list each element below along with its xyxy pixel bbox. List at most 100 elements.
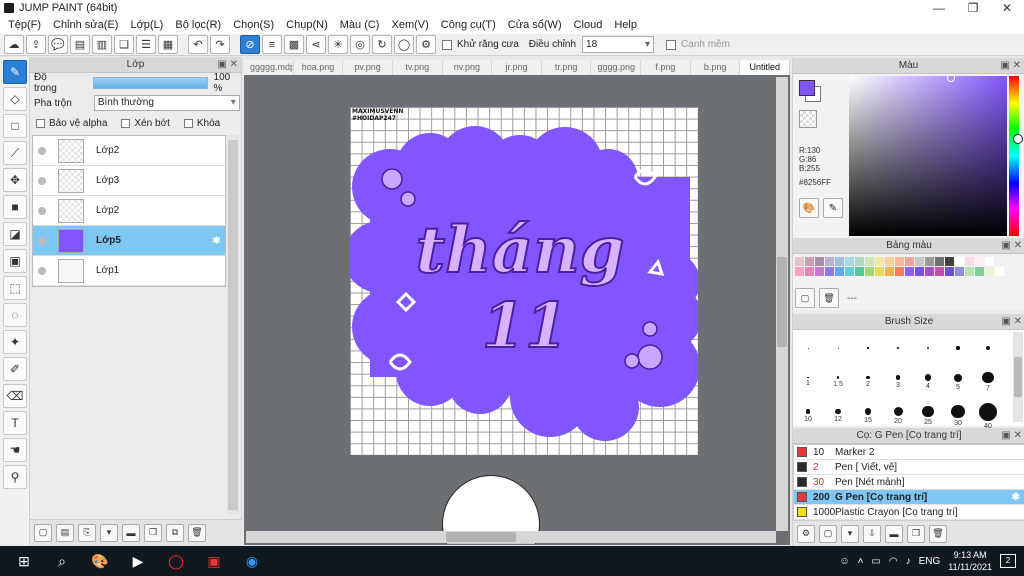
palette-swatch[interactable]: [955, 257, 964, 266]
new-layer-from-file-icon[interactable]: ▤: [56, 523, 74, 542]
brush-size-option[interactable]: 4: [913, 366, 943, 398]
parallel-snap-icon[interactable]: ≡: [262, 35, 282, 54]
select-pen-icon[interactable]: ✐: [3, 357, 27, 381]
visibility-icon[interactable]: [38, 206, 46, 215]
wifi-icon[interactable]: ◠: [889, 556, 898, 567]
palette-swatch[interactable]: [885, 257, 894, 266]
palette-icon[interactable]: 🎨: [799, 198, 819, 218]
canvas-workspace[interactable]: tháng 11 MAXIMUSVENN #HOIDAP247: [244, 75, 790, 545]
pen-tool-icon[interactable]: ✎: [3, 60, 27, 84]
visibility-icon[interactable]: [38, 236, 46, 245]
tab-document[interactable]: pv.png: [343, 60, 393, 75]
brush-size-option[interactable]: [943, 332, 973, 364]
ellipse-icon[interactable]: ◯: [394, 35, 414, 54]
delete-brush-icon[interactable]: 🗑: [929, 524, 947, 543]
tab-document-active[interactable]: Untitled: [740, 60, 791, 75]
layer-row[interactable]: Lớp1: [33, 256, 225, 286]
add-swatch-icon[interactable]: ▢: [795, 288, 815, 308]
eyedropper-icon[interactable]: ⚲: [3, 465, 27, 489]
language-indicator[interactable]: ENG: [919, 556, 941, 567]
palette-swatch[interactable]: [935, 257, 944, 266]
palette-edit-icon[interactable]: ✎: [823, 198, 843, 218]
palette-swatch[interactable]: [925, 267, 934, 276]
menu-select[interactable]: Chọn(S): [227, 19, 280, 31]
palette-swatch[interactable]: [835, 267, 844, 276]
redo-icon[interactable]: ↷: [210, 35, 230, 54]
menu-view[interactable]: Xem(V): [385, 19, 434, 31]
fill-rect-tool-icon[interactable]: ■: [3, 195, 27, 219]
cloud-icon[interactable]: ☁: [4, 35, 24, 54]
brush-size-option[interactable]: [883, 332, 913, 364]
chevron-up-icon[interactable]: ˄: [858, 556, 864, 567]
transparent-color-swatch[interactable]: [799, 110, 817, 128]
brush-row[interactable]: 30 Pen [Nét mảnh]: [794, 475, 1024, 490]
palette-swatch[interactable]: [815, 257, 824, 266]
canvas[interactable]: tháng 11 MAXIMUSVENN #HOIDAP247: [350, 107, 698, 455]
hue-slider[interactable]: [1009, 76, 1019, 236]
copy-icon[interactable]: ❏: [114, 35, 134, 54]
brush-settings-icon[interactable]: ✱: [1012, 492, 1020, 503]
perspective-icon[interactable]: ⋖: [306, 35, 326, 54]
palette-swatch[interactable]: [805, 267, 814, 276]
soft-edge-checkbox[interactable]: [666, 39, 677, 50]
palette-swatch[interactable]: [845, 267, 854, 276]
tab-document[interactable]: nv.png: [442, 60, 493, 75]
text-tool-icon[interactable]: T: [3, 411, 27, 435]
brush-size-option[interactable]: [793, 332, 823, 364]
palette-swatch[interactable]: [855, 267, 864, 276]
hue-slider-handle[interactable]: [1013, 134, 1023, 144]
protect-alpha-checkbox[interactable]: [36, 118, 45, 128]
tab-document[interactable]: b.png: [690, 60, 741, 75]
visibility-icon[interactable]: [38, 176, 46, 185]
layer-row[interactable]: Lớp3: [33, 166, 225, 196]
radial-icon[interactable]: ✳: [328, 35, 348, 54]
palette-swatch[interactable]: [905, 257, 914, 266]
brush-size-option[interactable]: 2: [853, 366, 883, 398]
primary-color-swatch[interactable]: [799, 80, 815, 96]
brush-size-scrollbar[interactable]: [1013, 332, 1023, 422]
brush-row[interactable]: 2 Pen [ Viết, vẽ]: [794, 460, 1024, 475]
brush-settings-gear-icon[interactable]: ⚙: [797, 524, 815, 543]
palette-swatch[interactable]: [845, 257, 854, 266]
palette-swatch[interactable]: [895, 267, 904, 276]
panel-close-icon[interactable]: ▣ ✕: [1001, 238, 1022, 254]
panel-close-icon[interactable]: ▣ ✕: [217, 57, 238, 73]
battery-icon[interactable]: ▭: [871, 556, 880, 567]
line-tool-icon[interactable]: ⟋: [3, 141, 27, 165]
tab-document[interactable]: tv.png: [392, 60, 443, 75]
palette-swatch[interactable]: [875, 257, 884, 266]
bucket-tool-icon[interactable]: ◪: [3, 222, 27, 246]
tab-document[interactable]: hoa.png: [293, 60, 344, 75]
visibility-icon[interactable]: [38, 266, 46, 275]
duplicate-layer-icon[interactable]: ⎘: [78, 523, 96, 542]
palette-swatch[interactable]: [975, 267, 984, 276]
chat-icon[interactable]: 💬: [48, 35, 68, 54]
palette-swatch[interactable]: [855, 257, 864, 266]
layer-row[interactable]: Lớp2: [33, 196, 225, 226]
palette-swatch[interactable]: [815, 267, 824, 276]
brush-size-option[interactable]: [913, 332, 943, 364]
layer-scrollbar[interactable]: [227, 135, 239, 515]
square-tool-icon[interactable]: □: [3, 114, 27, 138]
brush-row-selected[interactable]: 200 G Pen [Cọ trang trí] ✱: [794, 490, 1024, 505]
grid-snap-icon[interactable]: ▩: [284, 35, 304, 54]
palette-swatch[interactable]: [825, 267, 834, 276]
search-icon[interactable]: ⌕: [48, 549, 76, 573]
palette-swatch[interactable]: [795, 267, 804, 276]
hand-tool-icon[interactable]: ☚: [3, 438, 27, 462]
brush-size-option[interactable]: 1: [793, 366, 823, 398]
curve-icon[interactable]: ↻: [372, 35, 392, 54]
palette-swatch[interactable]: [965, 267, 974, 276]
tab-document[interactable]: jr.png: [492, 60, 542, 75]
menu-tools[interactable]: Công cụ(T): [435, 19, 502, 31]
antialias-checkbox[interactable]: [442, 39, 452, 50]
delete-swatch-icon[interactable]: 🗑: [819, 288, 839, 308]
palette-swatch[interactable]: [805, 257, 814, 266]
copy-brush-icon[interactable]: ❐: [907, 524, 925, 543]
new-layer-icon[interactable]: ▢: [34, 523, 52, 542]
palette-swatch[interactable]: [905, 267, 914, 276]
panel-close-icon[interactable]: ▣ ✕: [1001, 428, 1022, 444]
minimize-button[interactable]: —: [922, 0, 956, 16]
menu-cloud[interactable]: Cloud: [568, 19, 609, 31]
tab-document[interactable]: ggggg.mdp: [244, 60, 294, 75]
